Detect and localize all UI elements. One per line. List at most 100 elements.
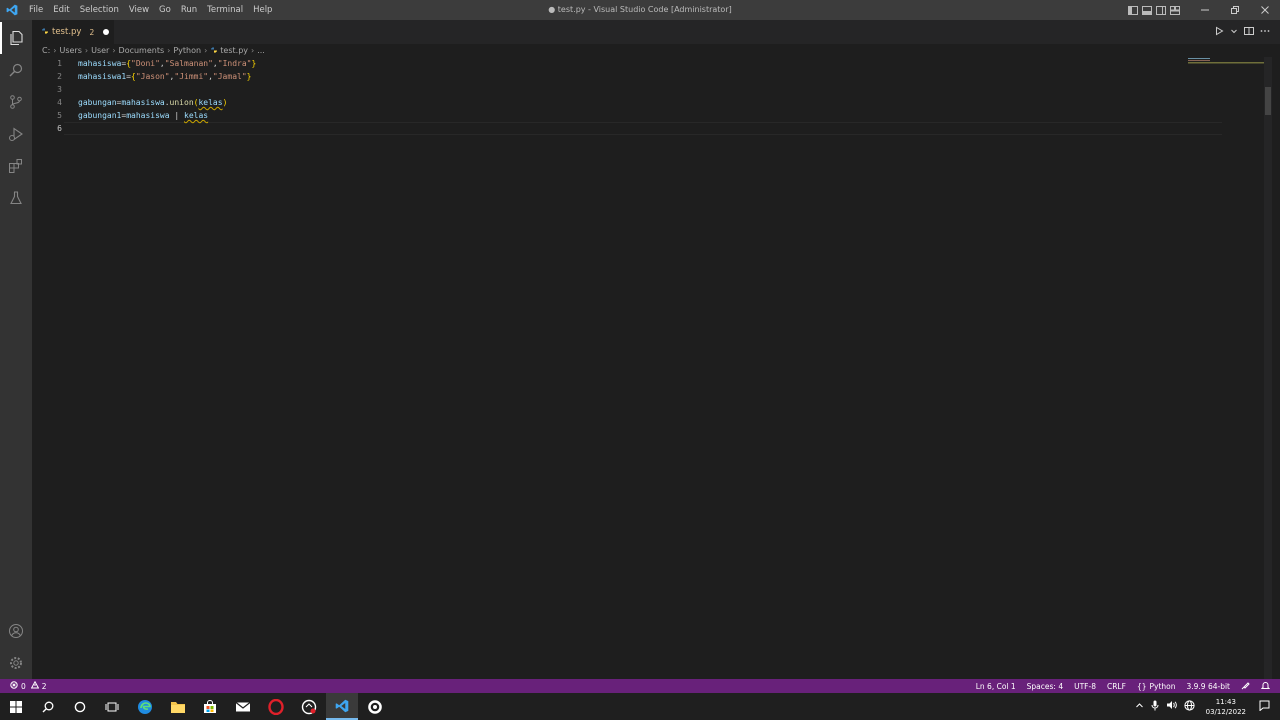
mail-icon[interactable] [227,693,259,720]
menu-file[interactable]: File [24,0,48,20]
breadcrumb-user[interactable]: User [91,46,109,55]
menu-edit[interactable]: Edit [48,0,74,20]
menu-run[interactable]: Run [176,0,202,20]
extensions-icon[interactable] [0,150,32,182]
line-content[interactable]: gabungan1=mahasiswa | kelas [78,109,208,122]
breadcrumb-chevron-icon: › [84,46,89,55]
code-line[interactable]: 4 gabungan=mahasiswa.union(kelas) [32,96,1192,109]
cursor-position[interactable]: Ln 6, Col 1 [976,682,1016,691]
token-variable: mahasiswa [78,59,122,68]
run-and-debug-icon[interactable] [0,118,32,150]
token-variable: gabungan [78,98,117,107]
warning-count: 2 [41,681,47,691]
breadcrumb-chevron-icon: › [167,46,171,55]
breadcrumb-file[interactable]: test.py [220,46,248,55]
close-icon[interactable] [1250,0,1280,20]
network-globe-icon[interactable] [1184,699,1195,714]
python-interpreter[interactable]: 3.9.9 64-bit [1186,682,1230,691]
breadcrumb-symbols[interactable]: ... [257,46,265,55]
menu-help[interactable]: Help [248,0,277,20]
line-number: 4 [57,98,62,107]
line-number: 5 [57,111,62,120]
windows-start-icon[interactable] [0,693,32,720]
minimize-icon[interactable] [1190,0,1220,20]
language-label: Python [1149,681,1176,691]
token-variable: mahasiswa [126,111,170,120]
indentation[interactable]: Spaces: 4 [1027,682,1063,691]
show-hidden-icons-chevron-icon[interactable] [1135,701,1144,713]
line-content[interactable]: mahasiswa={"Doni","Salmanan","Indra"} [78,57,256,70]
vscode-taskbar-icon[interactable] [326,693,358,720]
action-center-icon[interactable] [1259,700,1270,714]
title-bar: File Edit Selection View Go Run Terminal… [0,0,1280,20]
split-editor-icon[interactable] [1244,26,1254,39]
code-editor[interactable]: 1 mahasiswa={"Doni","Salmanan","Indra"} … [32,57,1272,679]
notifications-bell-icon[interactable] [1260,681,1271,692]
line-content[interactable]: mahasiswa1={"Jason","Jimmi","Jamal"} [78,70,251,83]
manage-gear-icon[interactable] [0,647,32,679]
screen-recorder-icon[interactable] [293,693,325,720]
edge-browser-icon[interactable] [129,693,161,720]
code-line[interactable]: 1 mahasiswa={"Doni","Salmanan","Indra"} [32,57,1192,70]
opera-browser-icon[interactable] [260,693,292,720]
code-line[interactable]: 2 mahasiswa1={"Jason","Jimmi","Jamal"} [32,70,1192,83]
task-view-icon[interactable] [96,693,128,720]
code-line[interactable]: 5 gabungan1=mahasiswa | kelas [32,109,1192,122]
volume-icon[interactable] [1166,700,1177,713]
restore-icon[interactable] [1220,0,1250,20]
breadcrumb-users[interactable]: Users [59,46,81,55]
scrollbar-thumb[interactable] [1265,87,1271,115]
run-dropdown-chevron-icon[interactable] [1230,27,1238,38]
tab-test-py[interactable]: test.py 2 [32,20,114,44]
line-number: 1 [57,59,62,68]
cortana-icon[interactable] [64,693,96,720]
breadcrumb-chevron-icon: › [251,46,255,55]
error-count: 0 [21,681,26,691]
code-line[interactable]: 6 [32,122,1192,135]
encoding[interactable]: UTF-8 [1074,682,1096,691]
obs-record-icon[interactable] [359,693,391,720]
source-control-icon[interactable] [0,86,32,118]
microsoft-store-icon[interactable] [194,693,226,720]
feedback-icon[interactable] [1241,681,1250,692]
tab-problem-count: 2 [89,27,95,37]
python-file-icon [41,27,49,38]
line-content[interactable]: gabungan=mahasiswa.union(kelas) [78,96,227,109]
run-python-file-icon[interactable] [1214,26,1224,39]
unsaved-dot-icon[interactable] [103,29,110,35]
toggle-primary-sidebar-icon[interactable] [1126,0,1140,20]
accounts-icon[interactable] [0,615,32,647]
breadcrumb-chevron-icon: › [204,46,208,55]
token-undefined-variable: kelas [184,111,209,120]
token-brace: } [246,72,252,81]
search-icon[interactable] [0,54,32,86]
breadcrumb-drive[interactable]: C: [42,46,50,55]
code-line[interactable]: 3 [32,83,1192,96]
token-variable: mahasiswa1 [78,72,127,81]
tab-label: test.py [52,27,82,37]
explorer-icon[interactable] [0,22,32,54]
token-string: "Indra" [217,59,252,68]
end-of-line[interactable]: CRLF [1107,682,1126,691]
menu-view[interactable]: View [124,0,154,20]
breadcrumb-python[interactable]: Python [173,46,201,55]
taskbar-clock[interactable]: 11:43 03/12/2022 [1206,697,1246,717]
problems-indicator[interactable]: 0 2 [0,680,47,691]
toggle-secondary-sidebar-icon[interactable] [1154,0,1168,20]
taskbar-search-icon[interactable] [32,693,64,720]
toggle-panel-icon[interactable] [1140,0,1154,20]
vertical-scrollbar[interactable] [1264,57,1272,679]
line-number: 3 [57,85,62,94]
microphone-icon[interactable] [1151,700,1159,714]
menu-selection[interactable]: Selection [75,0,124,20]
testing-flask-icon[interactable] [0,182,32,214]
file-explorer-icon[interactable] [162,693,194,720]
language-mode[interactable]: {} Python [1137,682,1176,691]
breadcrumb-documents[interactable]: Documents [119,46,165,55]
minimap[interactable] [1188,57,1264,65]
more-actions-icon[interactable] [1260,26,1270,39]
menu-go[interactable]: Go [154,0,176,20]
menu-terminal[interactable]: Terminal [202,0,248,20]
token-variable: mahasiswa [121,98,165,107]
customize-layout-icon[interactable] [1168,0,1182,20]
